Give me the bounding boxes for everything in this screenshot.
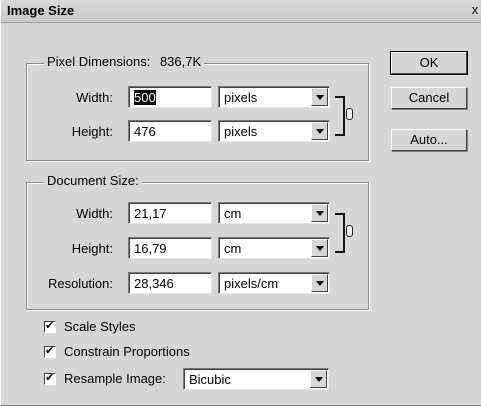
pixel-height-label: Height: (71, 124, 113, 139)
resample-method-select[interactable]: Bicubic (183, 368, 329, 390)
title-bar: Image Size x (1, 0, 481, 23)
chain-link-icon (346, 108, 353, 120)
pixel-width-unit-select[interactable]: pixels (218, 86, 330, 108)
resolution-input[interactable]: 28,346 (128, 272, 212, 294)
resolution-unit-value: pixels/cm (224, 276, 279, 291)
doc-height-unit-select[interactable]: cm (218, 237, 330, 259)
doc-width-unit-value: cm (224, 206, 242, 221)
pixel-dimensions-label: Pixel Dimensions: (47, 54, 151, 69)
resolution-unit-select[interactable]: pixels/cm (218, 272, 330, 294)
ok-button[interactable]: OK (390, 51, 468, 75)
auto-button[interactable]: Auto... (391, 129, 467, 151)
doc-width-unit-select[interactable]: cm (218, 202, 330, 224)
resolution-label: Resolution: (47, 276, 113, 291)
doc-height-unit-value: cm (224, 241, 242, 256)
chevron-down-icon[interactable] (311, 274, 328, 292)
pixel-height-input[interactable]: 476 (128, 120, 212, 142)
pixel-width-unit-value: pixels (224, 90, 258, 105)
doc-height-input[interactable]: 16,79 (128, 237, 212, 259)
dialog-title: Image Size (7, 3, 75, 18)
resample-method-value: Bicubic (189, 372, 231, 387)
close-icon[interactable]: x (468, 2, 481, 18)
constrain-proportions-label: Constrain Proportions (64, 344, 190, 359)
resample-image-label: Resample Image: (64, 371, 166, 386)
pixel-dimensions-group (26, 63, 369, 161)
chevron-down-icon[interactable] (311, 88, 328, 106)
pixel-height-unit-value: pixels (224, 124, 258, 139)
chain-link-icon (346, 225, 353, 237)
pixel-dimensions-legend: Pixel Dimensions: 836,7K (44, 54, 205, 69)
chevron-down-icon[interactable] (311, 239, 328, 257)
doc-width-label: Width: (76, 206, 113, 221)
resample-image-checkbox[interactable] (44, 371, 56, 385)
pixel-dimensions-size: 836,7K (159, 54, 202, 69)
doc-width-input[interactable]: 21,17 (128, 202, 212, 224)
document-size-legend: Document Size: (44, 173, 142, 188)
scale-styles-checkbox[interactable] (44, 319, 56, 333)
doc-height-label: Height: (71, 241, 113, 256)
image-size-dialog: Image Size x Pixel Dimensions: 836,7K Wi… (0, 0, 481, 406)
chevron-down-icon[interactable] (310, 370, 327, 388)
doc-link-bracket (335, 213, 345, 253)
chevron-down-icon[interactable] (311, 122, 328, 140)
chevron-down-icon[interactable] (311, 204, 328, 222)
pixel-width-input[interactable]: 500 (128, 86, 212, 108)
constrain-proportions-checkbox[interactable] (44, 344, 56, 358)
pixel-link-bracket (335, 96, 345, 136)
pixel-width-label: Width: (76, 90, 113, 105)
scale-styles-label: Scale Styles (64, 319, 136, 334)
cancel-button[interactable]: Cancel (391, 87, 467, 109)
pixel-height-unit-select[interactable]: pixels (218, 120, 330, 142)
